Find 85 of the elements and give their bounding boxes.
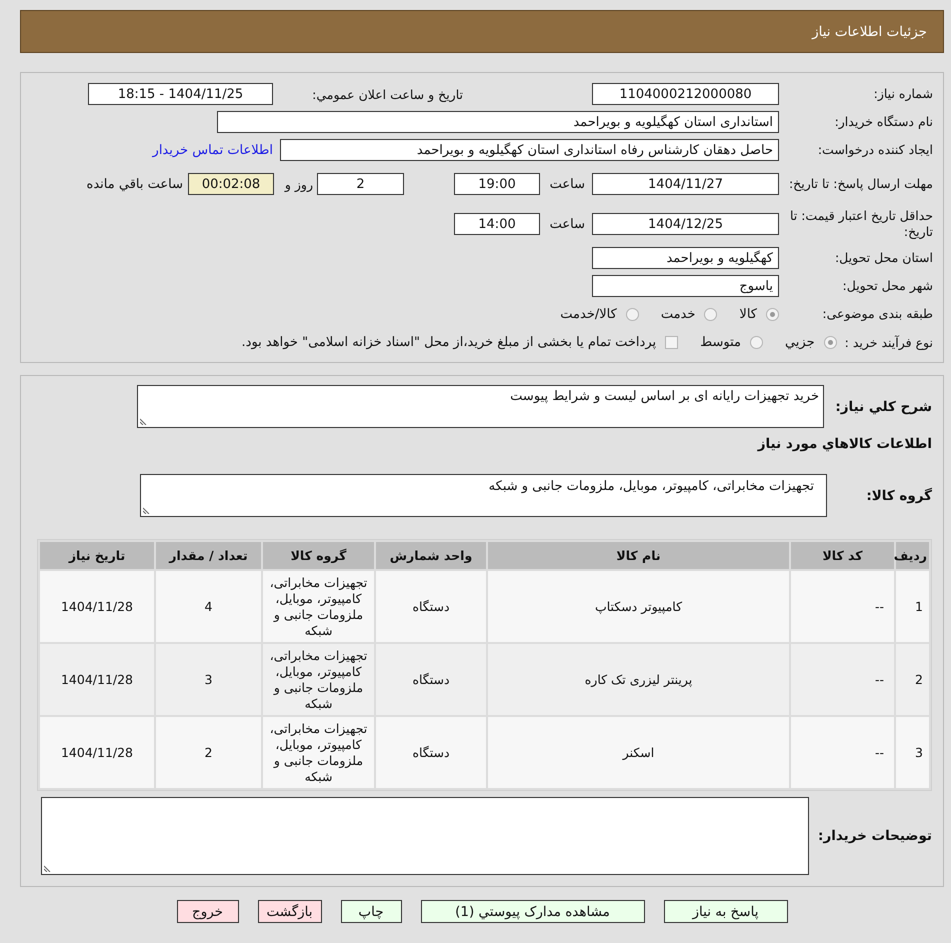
field-label: شهر محل تحویل: [842, 278, 933, 294]
time-label: ساعت [548, 216, 585, 232]
buyer-org-field[interactable]: استانداری استان کهگیلویه و بویراحمد [217, 111, 779, 133]
table-cell: -- [791, 571, 894, 642]
requester-field[interactable]: حاصل دهقان کارشناس رفاه استانداری استان کهگیلویه و بویراحمد [280, 139, 779, 161]
remaining-time-field: 00:02:08 [188, 173, 274, 195]
action-button[interactable]: چاپ [340, 900, 402, 923]
action-button[interactable]: پاسخ به نیاز [664, 900, 788, 923]
action-button[interactable]: مشاهده مدارک پیوستي (1) [420, 900, 644, 923]
remaining-label: ساعت باقي مانده [86, 176, 183, 192]
resize-grip-icon[interactable] [44, 865, 51, 872]
resize-grip-icon[interactable] [143, 507, 150, 514]
table-cell: 1 [896, 571, 929, 642]
time-label: ساعت [548, 176, 585, 192]
field-label: گروه کالا: [865, 488, 932, 504]
checkbox-label: پرداخت تمام یا بخشی از مبلغ خرید،از محل "اسناد خزانه اسلامی" خواهد بود. [242, 334, 656, 350]
radio-button[interactable] [766, 308, 779, 320]
description-field[interactable]: خرید تجهیزات رایانه ای بر اساس لیست و شرایط پیوست [137, 385, 824, 428]
action-button[interactable]: خروج [176, 900, 238, 923]
contact-link[interactable]: اطلاعات تماس خریدار [152, 142, 273, 158]
goods-group-field[interactable]: تجهیزات مخابراتی، کامپیوتر، موبایل، ملزومات جانبی و شبکه [140, 474, 827, 517]
description-text: خرید تجهیزات رایانه ای بر اساس لیست و شرایط پیوست [509, 389, 819, 405]
table-cell: دستگاه [376, 644, 486, 715]
column-header: ردیف [896, 542, 929, 569]
field-label: حداقل تاریخ اعتبار قیمت: تا تاریخ: [788, 208, 933, 240]
checkbox[interactable] [665, 336, 678, 348]
field-label: مهلت ارسال پاسخ: تا تاریخ: [788, 176, 933, 192]
buyer-notes-field[interactable] [41, 797, 809, 875]
column-header: گروه کالا [263, 542, 374, 569]
field-label: نام دستگاه خریدار: [834, 114, 933, 130]
table-cell: 4 [156, 571, 261, 642]
column-header: نام کالا [488, 542, 789, 569]
validity-time-field[interactable]: 14:00 [454, 213, 540, 235]
table-cell: اسکنر [488, 717, 789, 788]
field-label: استان محل تحویل: [834, 250, 933, 266]
field-label: تاریخ و ساعت اعلان عمومي: [311, 86, 463, 102]
radio-label: کالا [739, 306, 757, 322]
table-cell: 1404/11/28 [40, 571, 154, 642]
table-cell: 2 [156, 717, 261, 788]
table-cell: 2 [896, 644, 929, 715]
goods-group-text: تجهیزات مخابراتی، کامپیوتر، موبایل، ملزومات جانبی و شبکه [488, 479, 814, 495]
field-label: شرح کلي نیاز: [834, 398, 932, 414]
need-number-field[interactable]: 1104000212000080 [592, 83, 779, 105]
resize-grip-icon[interactable] [140, 418, 147, 425]
field-label: ایجاد کننده درخواست: [816, 142, 933, 158]
city-field[interactable]: یاسوج [592, 275, 779, 297]
field-label: نوع فرآیند خرید : [844, 334, 933, 350]
radio-button[interactable] [750, 336, 763, 348]
table-cell: -- [791, 717, 894, 788]
deadline-time-field[interactable]: 19:00 [454, 173, 540, 195]
field-label: طبقه بندی موضوعی: [821, 306, 933, 322]
radio-button[interactable] [824, 336, 837, 348]
table-cell: -- [791, 644, 894, 715]
days-field[interactable]: 2 [317, 173, 404, 195]
column-header: تعداد / مقدار [156, 542, 261, 569]
radio-button[interactable] [626, 308, 639, 320]
section-heading: اطلاعات کالاهاي مورد نیاز [756, 435, 932, 453]
column-header: واحد شمارش [376, 542, 486, 569]
table-cell: تجهیزات مخابراتی، کامپیوتر، موبایل، ملزومات جانبی و شبکه [263, 644, 374, 715]
days-label: روز و [285, 176, 313, 192]
table-cell: 3 [896, 717, 929, 788]
validity-date-field[interactable]: 1404/12/25 [592, 213, 779, 235]
radio-label: کالا/خدمت [560, 306, 617, 322]
table-cell: کامپیوتر دسکتاپ [488, 571, 789, 642]
table-cell: 3 [156, 644, 261, 715]
action-button[interactable]: بازگشت [258, 900, 322, 923]
table-cell: دستگاه [376, 717, 486, 788]
table-cell: 1404/11/28 [40, 644, 154, 715]
field-label: شماره نیاز: [872, 86, 933, 102]
radio-label: متوسط [700, 334, 741, 350]
radio-label: خدمت [660, 306, 696, 322]
table-cell: تجهیزات مخابراتی، کامپیوتر، موبایل، ملزومات جانبی و شبکه [263, 571, 374, 642]
province-field[interactable]: کهگیلویه و بویراحمد [592, 247, 779, 269]
table-cell: دستگاه [376, 571, 486, 642]
deadline-date-field[interactable]: 1404/11/27 [592, 173, 779, 195]
table-cell: تجهیزات مخابراتی، کامپیوتر، موبایل، ملزومات جانبی و شبکه [263, 717, 374, 788]
field-label: توضیحات خریدار: [817, 828, 932, 844]
column-header: کد کالا [791, 542, 894, 569]
table-cell: 1404/11/28 [40, 717, 154, 788]
page-title: جزئیات اطلاعات نیاز [812, 24, 927, 40]
radio-button[interactable] [704, 308, 718, 320]
column-header: تاریخ نیاز [40, 542, 154, 569]
radio-label: جزيي [784, 334, 815, 350]
announce-date-field[interactable]: 1404/11/25 - 18:15 [88, 83, 273, 105]
table-cell: پرینتر لیزری تک کاره [488, 644, 789, 715]
